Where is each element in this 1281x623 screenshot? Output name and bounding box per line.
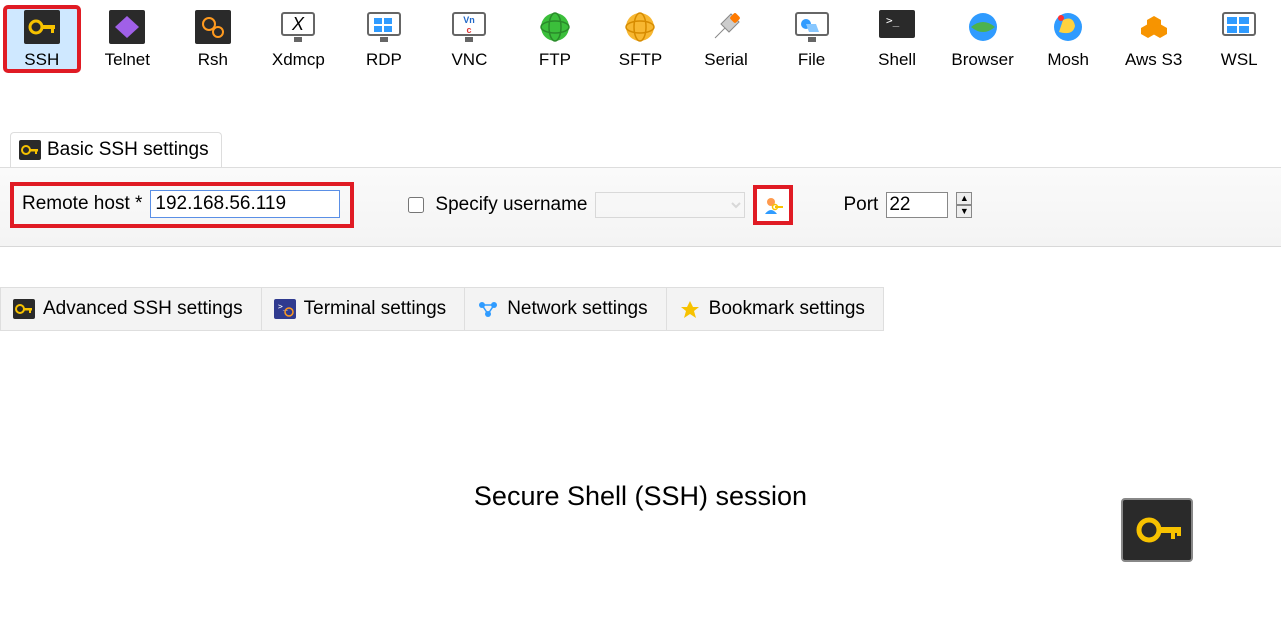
vnc-icon: Vnc bbox=[450, 8, 488, 46]
username-select[interactable] bbox=[595, 192, 745, 218]
shell-icon: >_ bbox=[878, 8, 916, 46]
session-file[interactable]: File bbox=[776, 8, 848, 70]
session-wsl-label: WSL bbox=[1221, 50, 1258, 70]
rdp-icon bbox=[365, 8, 403, 46]
session-vnc[interactable]: Vnc VNC bbox=[434, 8, 506, 70]
aws-icon bbox=[1135, 8, 1173, 46]
svg-text:>_: >_ bbox=[886, 14, 900, 27]
session-aws-label: Aws S3 bbox=[1125, 50, 1182, 70]
star-icon bbox=[679, 299, 701, 319]
port-up-button[interactable]: ▲ bbox=[956, 192, 972, 205]
tab-terminal[interactable]: >_ Terminal settings bbox=[262, 287, 466, 331]
remote-host-label: Remote host * bbox=[22, 193, 142, 215]
gears-icon bbox=[194, 8, 232, 46]
specify-username-text: Specify username bbox=[435, 194, 587, 216]
tab-basic-ssh-label: Basic SSH settings bbox=[47, 139, 209, 161]
port-label: Port bbox=[843, 194, 878, 216]
session-shell-label: Shell bbox=[878, 50, 916, 70]
key-icon bbox=[23, 8, 61, 46]
session-rdp-label: RDP bbox=[366, 50, 402, 70]
network-icon bbox=[477, 299, 499, 319]
tab-network-label: Network settings bbox=[507, 298, 647, 320]
remote-host-input[interactable] bbox=[150, 190, 340, 218]
session-type-emblem bbox=[1121, 498, 1193, 562]
basic-tab-row: Basic SSH settings bbox=[0, 132, 1281, 168]
session-mosh[interactable]: Mosh bbox=[1032, 8, 1104, 70]
svg-text:Vn: Vn bbox=[464, 15, 476, 25]
session-serial[interactable]: Serial bbox=[690, 8, 762, 70]
session-mosh-label: Mosh bbox=[1047, 50, 1089, 70]
port-group: Port ▲ ▼ bbox=[843, 192, 972, 218]
session-browser[interactable]: Browser bbox=[947, 8, 1019, 70]
session-file-label: File bbox=[798, 50, 825, 70]
session-ssh[interactable]: SSH bbox=[6, 8, 78, 70]
port-down-button[interactable]: ▼ bbox=[956, 205, 972, 218]
tab-terminal-label: Terminal settings bbox=[304, 298, 447, 320]
browser-icon bbox=[964, 8, 1002, 46]
session-xdmcp-label: Xdmcp bbox=[272, 50, 325, 70]
key-icon bbox=[19, 140, 41, 160]
session-title: Secure Shell (SSH) session bbox=[0, 481, 1281, 512]
session-browser-label: Browser bbox=[951, 50, 1013, 70]
session-vnc-label: VNC bbox=[451, 50, 487, 70]
session-sftp[interactable]: SFTP bbox=[605, 8, 677, 70]
wsl-icon bbox=[1220, 8, 1258, 46]
specify-username-label[interactable]: Specify username bbox=[404, 194, 587, 216]
plug-icon bbox=[707, 8, 745, 46]
remote-host-group: Remote host * bbox=[10, 182, 354, 228]
session-ssh-label: SSH bbox=[24, 50, 59, 70]
session-rsh-label: Rsh bbox=[198, 50, 228, 70]
session-rsh[interactable]: Rsh bbox=[177, 8, 249, 70]
globe-orange-icon bbox=[621, 8, 659, 46]
session-telnet[interactable]: Telnet bbox=[92, 8, 164, 70]
username-group: Specify username bbox=[404, 185, 793, 225]
xdmcp-icon: X bbox=[279, 8, 317, 46]
session-wsl[interactable]: WSL bbox=[1203, 8, 1275, 70]
tab-bookmark-label: Bookmark settings bbox=[709, 298, 865, 320]
globe-green-icon bbox=[536, 8, 574, 46]
svg-text:c: c bbox=[467, 25, 472, 35]
tab-advanced-ssh[interactable]: Advanced SSH settings bbox=[0, 287, 262, 331]
session-type-toolbar: SSH Telnet Rsh X Xdmcp RDP Vnc VNC bbox=[0, 0, 1281, 78]
user-credentials-button[interactable] bbox=[753, 185, 793, 225]
mosh-icon bbox=[1049, 8, 1087, 46]
tab-basic-ssh[interactable]: Basic SSH settings bbox=[10, 132, 222, 167]
session-rdp[interactable]: RDP bbox=[348, 8, 420, 70]
basic-settings-panel: Remote host * Specify username Port ▲ ▼ bbox=[0, 168, 1281, 247]
port-input[interactable] bbox=[886, 192, 948, 218]
session-aws[interactable]: Aws S3 bbox=[1118, 8, 1190, 70]
file-icon bbox=[793, 8, 831, 46]
tab-bookmark[interactable]: Bookmark settings bbox=[667, 287, 884, 331]
svg-text:X: X bbox=[291, 14, 305, 34]
session-telnet-label: Telnet bbox=[105, 50, 150, 70]
session-ftp[interactable]: FTP bbox=[519, 8, 591, 70]
tab-advanced-ssh-label: Advanced SSH settings bbox=[43, 298, 243, 320]
specify-username-checkbox[interactable] bbox=[408, 197, 424, 213]
tab-network[interactable]: Network settings bbox=[465, 287, 666, 331]
diamond-icon bbox=[108, 8, 146, 46]
session-ftp-label: FTP bbox=[539, 50, 571, 70]
session-serial-label: Serial bbox=[704, 50, 747, 70]
terminal-icon: >_ bbox=[274, 299, 296, 319]
session-shell[interactable]: >_ Shell bbox=[861, 8, 933, 70]
port-spin: ▲ ▼ bbox=[956, 192, 972, 218]
session-sftp-label: SFTP bbox=[619, 50, 662, 70]
key-icon bbox=[13, 299, 35, 319]
settings-tabs: Advanced SSH settings >_ Terminal settin… bbox=[0, 287, 1281, 331]
session-xdmcp[interactable]: X Xdmcp bbox=[263, 8, 335, 70]
